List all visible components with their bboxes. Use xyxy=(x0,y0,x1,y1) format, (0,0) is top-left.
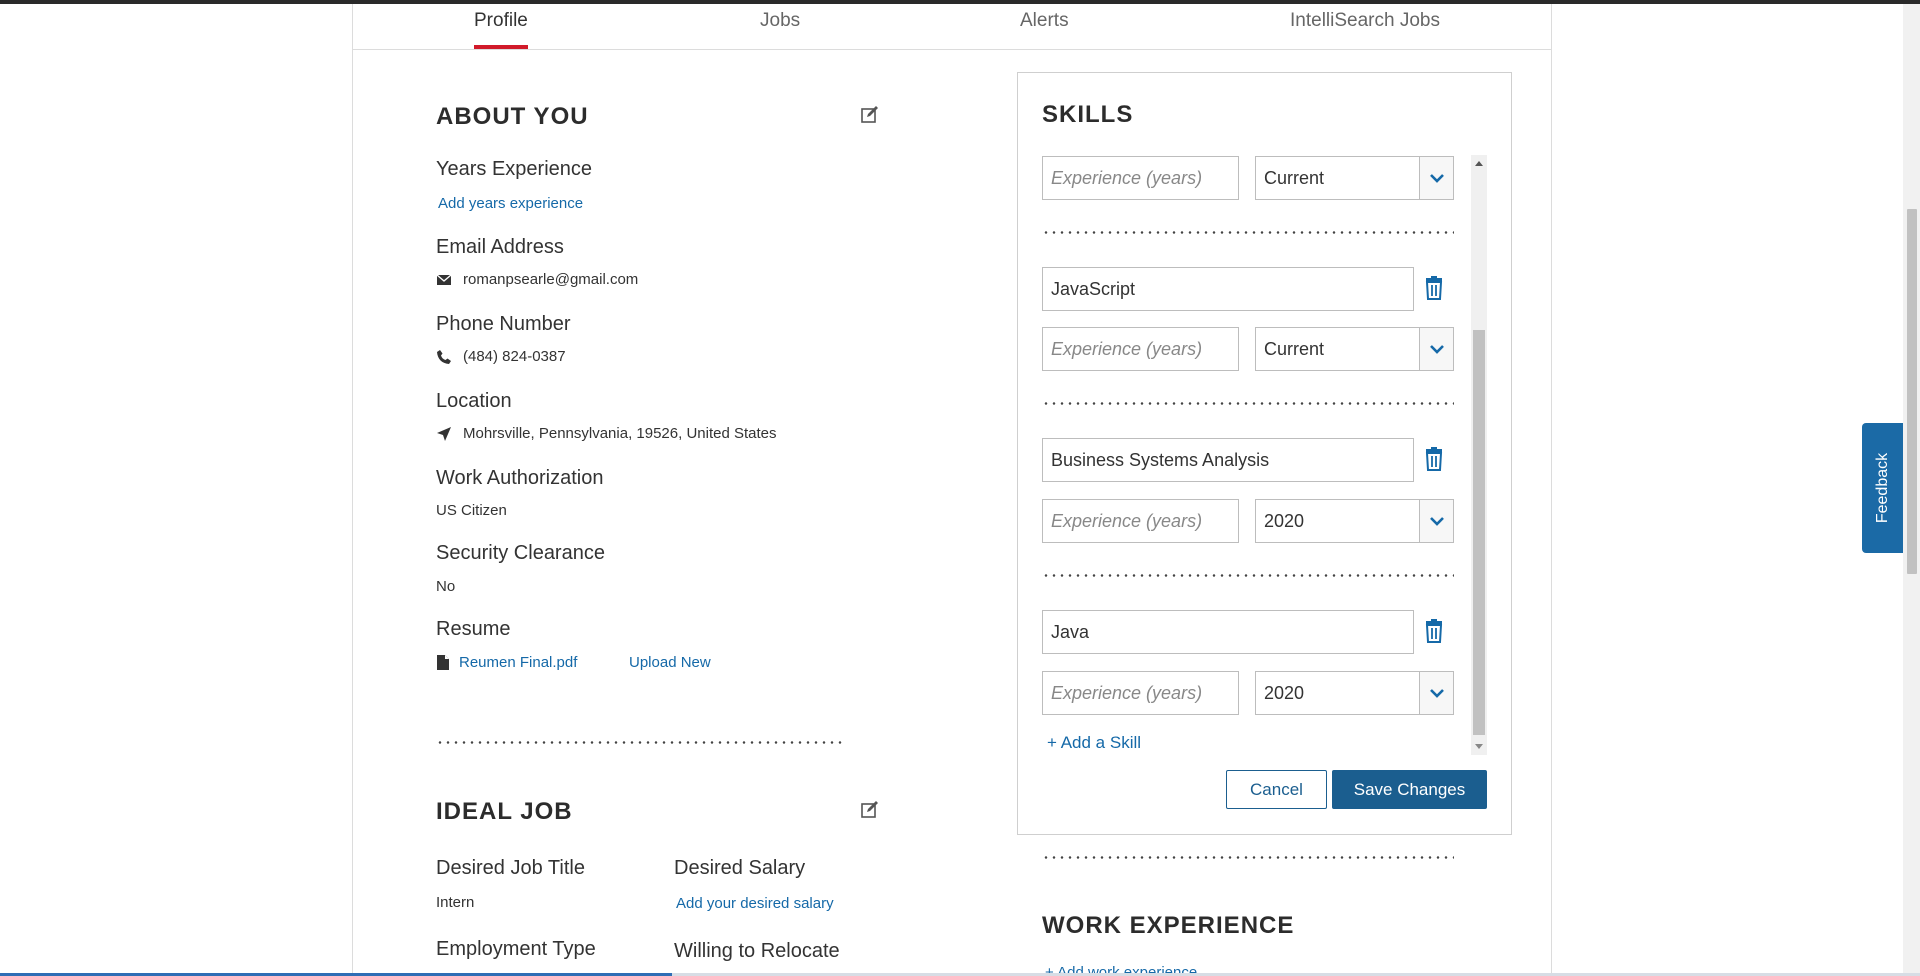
skill-experience-input[interactable]: Experience (years) xyxy=(1042,499,1239,543)
scrollbar-thumb[interactable] xyxy=(1473,330,1485,735)
years-experience-label: Years Experience xyxy=(436,158,593,180)
chevron-down-icon xyxy=(1430,517,1444,526)
skill-name-input[interactable]: Business Systems Analysis xyxy=(1042,438,1414,482)
chevron-down-icon xyxy=(1430,174,1444,183)
dropdown-button[interactable] xyxy=(1419,672,1453,714)
tab-bar: Profile Jobs Alerts IntelliSearch Jobs xyxy=(353,4,1551,50)
skill-divider xyxy=(1042,231,1454,234)
security-clearance-label: Security Clearance xyxy=(436,542,605,564)
skill-divider xyxy=(1042,574,1454,577)
employment-type-label: Employment Type xyxy=(436,938,596,960)
location-label: Location xyxy=(436,390,512,412)
willing-to-relocate-label: Willing to Relocate xyxy=(674,940,840,962)
cancel-button[interactable]: Cancel xyxy=(1226,770,1327,809)
work-experience-heading: WORK EXPERIENCE xyxy=(1042,912,1295,939)
dropdown-button[interactable] xyxy=(1419,328,1453,370)
envelope-icon xyxy=(437,274,451,285)
skill-experience-input[interactable]: Experience (years) xyxy=(1042,671,1239,715)
skills-scrollbar[interactable] xyxy=(1471,155,1487,755)
email-value: romanpsearle@gmail.com xyxy=(463,271,639,288)
tab-profile[interactable]: Profile xyxy=(474,10,528,32)
desired-job-title-value: Intern xyxy=(436,894,475,911)
work-authorization-value: US Citizen xyxy=(436,502,507,519)
work-authorization-label: Work Authorization xyxy=(436,467,604,489)
resume-file-link[interactable]: Reumen Final.pdf xyxy=(459,654,577,671)
save-changes-button[interactable]: Save Changes xyxy=(1332,770,1487,809)
section-divider xyxy=(436,741,846,744)
skill-last-used-value: Current xyxy=(1264,168,1325,188)
add-skill-link[interactable]: + Add a Skill xyxy=(1047,733,1141,753)
tab-jobs[interactable]: Jobs xyxy=(760,10,800,32)
skill-last-used-select[interactable]: 2020 xyxy=(1255,499,1454,543)
page-scrollbar-thumb[interactable] xyxy=(1907,209,1917,574)
edit-icon[interactable] xyxy=(860,800,880,820)
phone-label: Phone Number xyxy=(436,313,571,335)
ideal-job-heading: IDEAL JOB xyxy=(436,798,573,825)
chevron-down-icon xyxy=(1430,345,1444,354)
add-years-experience-link[interactable]: Add years experience xyxy=(438,195,583,212)
page-scrollbar[interactable] xyxy=(1903,4,1920,976)
skill-last-used-value: Current xyxy=(1264,339,1325,359)
trash-icon[interactable] xyxy=(1422,276,1446,300)
skill-last-used-value: 2020 xyxy=(1264,511,1305,531)
phone-value: (484) 824-0387 xyxy=(463,348,566,365)
feedback-tab[interactable]: Feedback xyxy=(1862,423,1904,553)
phone-icon xyxy=(437,350,451,364)
upload-new-link[interactable]: Upload New xyxy=(629,654,711,671)
skill-name-input[interactable]: Java xyxy=(1042,610,1414,654)
dropdown-button[interactable] xyxy=(1419,500,1453,542)
skill-last-used-value: 2020 xyxy=(1264,683,1305,703)
skill-name-input[interactable]: JavaScript xyxy=(1042,267,1414,311)
skill-last-used-select[interactable]: Current xyxy=(1255,156,1454,200)
chevron-down-icon xyxy=(1430,689,1444,698)
feedback-label: Feedback xyxy=(1874,452,1891,524)
location-arrow-icon xyxy=(437,427,451,441)
tab-alerts[interactable]: Alerts xyxy=(1020,10,1069,32)
desired-job-title-label: Desired Job Title xyxy=(436,857,585,879)
resume-label: Resume xyxy=(436,618,511,640)
location-value: Mohrsville, Pennsylvania, 19526, United … xyxy=(463,425,777,442)
file-icon xyxy=(437,655,449,670)
scroll-down-arrow[interactable] xyxy=(1475,744,1483,749)
skills-heading: SKILLS xyxy=(1042,101,1134,128)
section-divider xyxy=(1042,856,1454,859)
about-you-heading: ABOUT YOU xyxy=(436,103,589,130)
tab-intellisearch-jobs[interactable]: IntelliSearch Jobs xyxy=(1290,10,1440,32)
dropdown-button[interactable] xyxy=(1419,157,1453,199)
skill-last-used-select[interactable]: Current xyxy=(1255,327,1454,371)
trash-icon[interactable] xyxy=(1422,619,1446,643)
edit-icon[interactable] xyxy=(860,105,880,125)
scroll-up-arrow[interactable] xyxy=(1475,161,1483,166)
email-label: Email Address xyxy=(436,236,564,258)
desired-salary-label: Desired Salary xyxy=(674,857,806,879)
skill-experience-input[interactable]: Experience (years) xyxy=(1042,327,1239,371)
skill-experience-input[interactable]: Experience (years) xyxy=(1042,156,1239,200)
security-clearance-value: No xyxy=(436,578,456,595)
active-tab-indicator xyxy=(474,45,528,49)
trash-icon[interactable] xyxy=(1422,447,1446,471)
skill-last-used-select[interactable]: 2020 xyxy=(1255,671,1454,715)
add-desired-salary-link[interactable]: Add your desired salary xyxy=(676,895,834,912)
skill-divider xyxy=(1042,402,1454,405)
